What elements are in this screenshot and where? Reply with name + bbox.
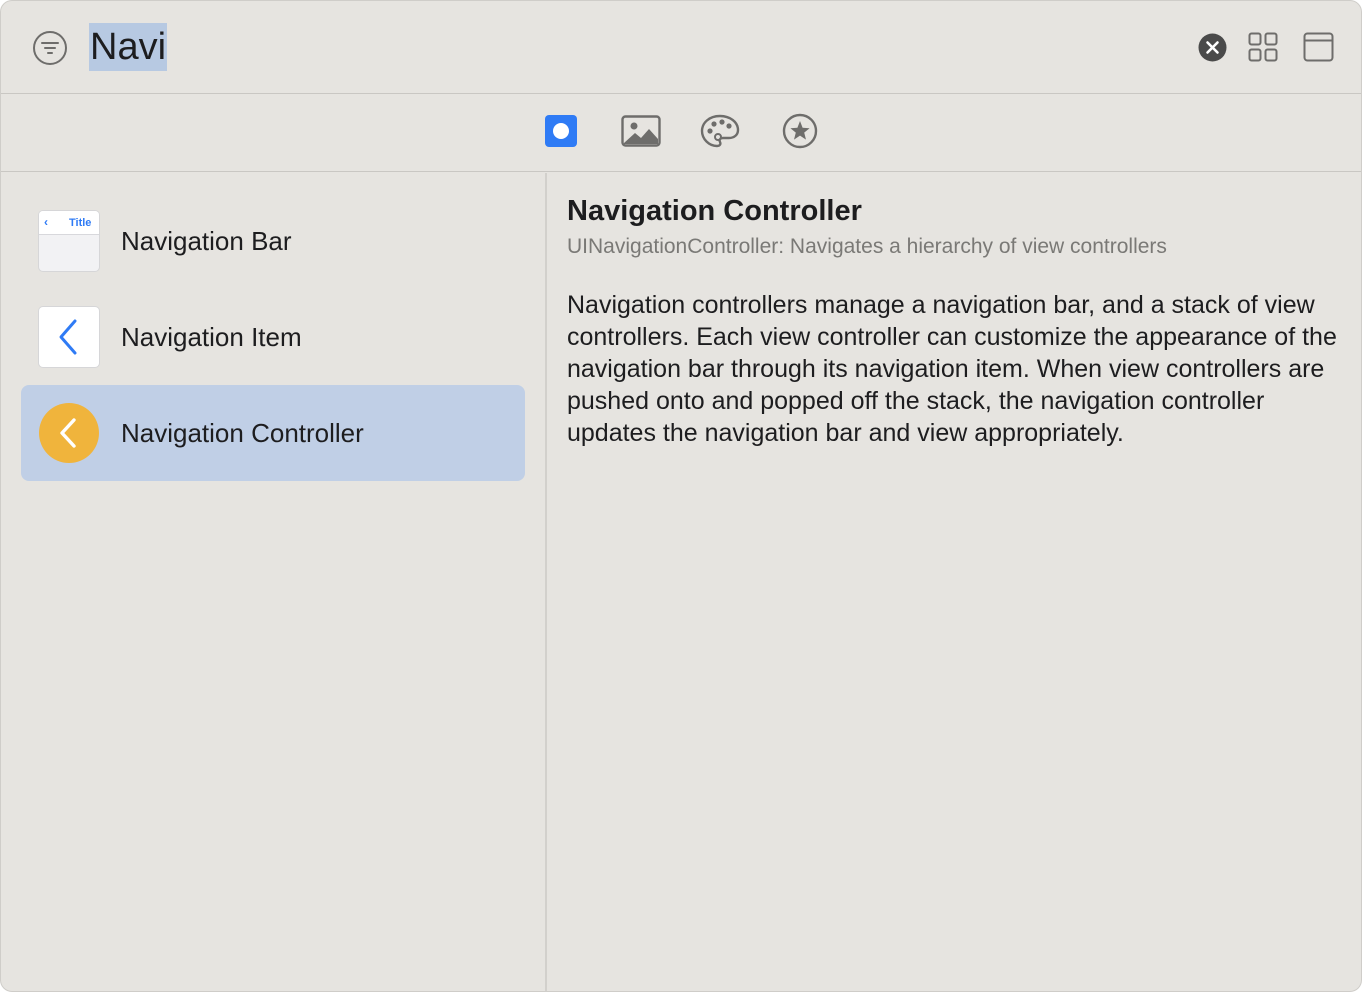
objects-icon <box>545 114 577 152</box>
image-icon <box>621 114 661 152</box>
library-window: Navi ‹ Title Navigation Bar Navigation I… <box>0 0 1362 992</box>
thumbnail-title: Title <box>69 217 92 229</box>
navigation-controller-icon <box>39 403 99 463</box>
list-item-label: Navigation Controller <box>121 418 364 448</box>
tab-objects[interactable] <box>541 94 581 172</box>
list-item-navigation-controller[interactable]: Navigation Controller <box>21 385 525 481</box>
search-input[interactable]: Navi <box>89 23 168 71</box>
list-item-label: Navigation Bar <box>121 226 292 256</box>
filter-icon[interactable] <box>32 30 68 66</box>
library-list: ‹ Title Navigation Bar Navigation Item N… <box>1 173 546 991</box>
search-bar: Navi <box>1 1 1361 94</box>
clear-search-icon[interactable] <box>1198 33 1227 62</box>
tab-colors[interactable] <box>698 94 742 172</box>
detail-description: Navigation controllers manage a navigati… <box>567 291 1337 447</box>
detail-panel-icon[interactable] <box>1303 32 1334 62</box>
tab-media[interactable] <box>619 94 663 172</box>
tab-symbols[interactable] <box>779 94 821 172</box>
palette-icon <box>700 114 740 153</box>
list-item-navigation-bar[interactable]: ‹ Title Navigation Bar <box>21 193 525 289</box>
pane-divider[interactable] <box>545 173 547 991</box>
grid-view-icon[interactable] <box>1248 32 1278 62</box>
back-chevron-icon <box>39 307 99 367</box>
list-item-navigation-item[interactable]: Navigation Item <box>21 289 525 385</box>
list-item-label: Navigation Item <box>121 322 302 352</box>
library-category-tabs <box>1 94 1361 172</box>
star-icon <box>782 113 818 154</box>
navigation-bar-thumbnail-icon: ‹ Title <box>39 211 99 271</box>
detail-title: Navigation Controller <box>567 195 862 227</box>
detail-subtitle: UINavigationController: Navigates a hier… <box>567 235 1167 258</box>
